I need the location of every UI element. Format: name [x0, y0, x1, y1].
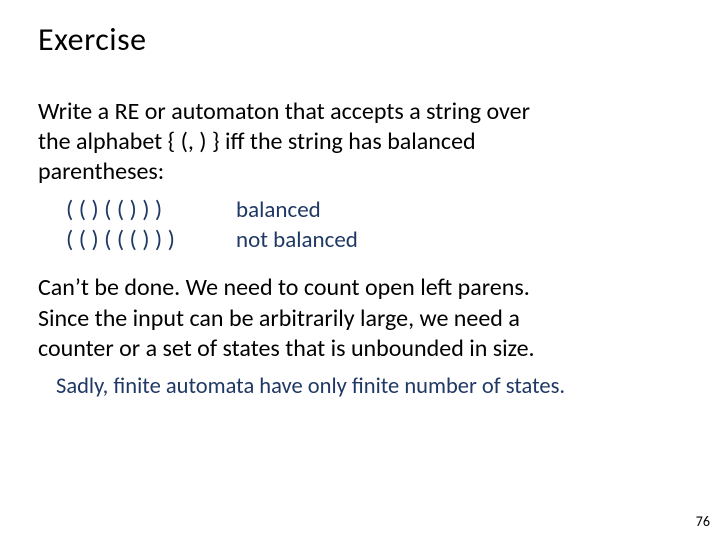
example-input: ( ( ) ( ( ( ) ) )	[66, 225, 236, 255]
slide: Exercise Write a RE or automaton that ac…	[0, 0, 720, 540]
slide-title: Exercise	[38, 20, 682, 59]
answer-text: Can’t be done. We need to count open lef…	[38, 273, 682, 365]
answer-line-3: counter or a set of states that is unbou…	[38, 334, 682, 365]
example-input: ( ( ) ( ( ) ) )	[66, 195, 236, 225]
example-row: ( ( ) ( ( ( ) ) ) not balanced	[66, 225, 682, 255]
page-number: 76	[696, 513, 710, 530]
answer-line-1: Can’t be done. We need to count open lef…	[38, 273, 682, 304]
example-row: ( ( ) ( ( ) ) ) balanced	[66, 195, 682, 225]
exercise-prompt: Write a RE or automaton that accepts a s…	[38, 97, 682, 187]
prompt-line-3: parentheses:	[38, 157, 164, 186]
slide-body: Write a RE or automaton that accepts a s…	[38, 97, 682, 401]
remark-text: Sadly, finite automata have only finite …	[56, 373, 682, 401]
prompt-line-1: Write a RE or automaton that accepts a s…	[38, 97, 530, 126]
example-label: balanced	[236, 196, 321, 225]
prompt-line-2: the alphabet { (, ) } iff the string has…	[38, 127, 476, 156]
example-label: not balanced	[236, 226, 358, 255]
answer-line-2: Since the input can be arbitrarily large…	[38, 304, 682, 335]
examples-block: ( ( ) ( ( ) ) ) balanced ( ( ) ( ( ( ) )…	[66, 195, 682, 255]
